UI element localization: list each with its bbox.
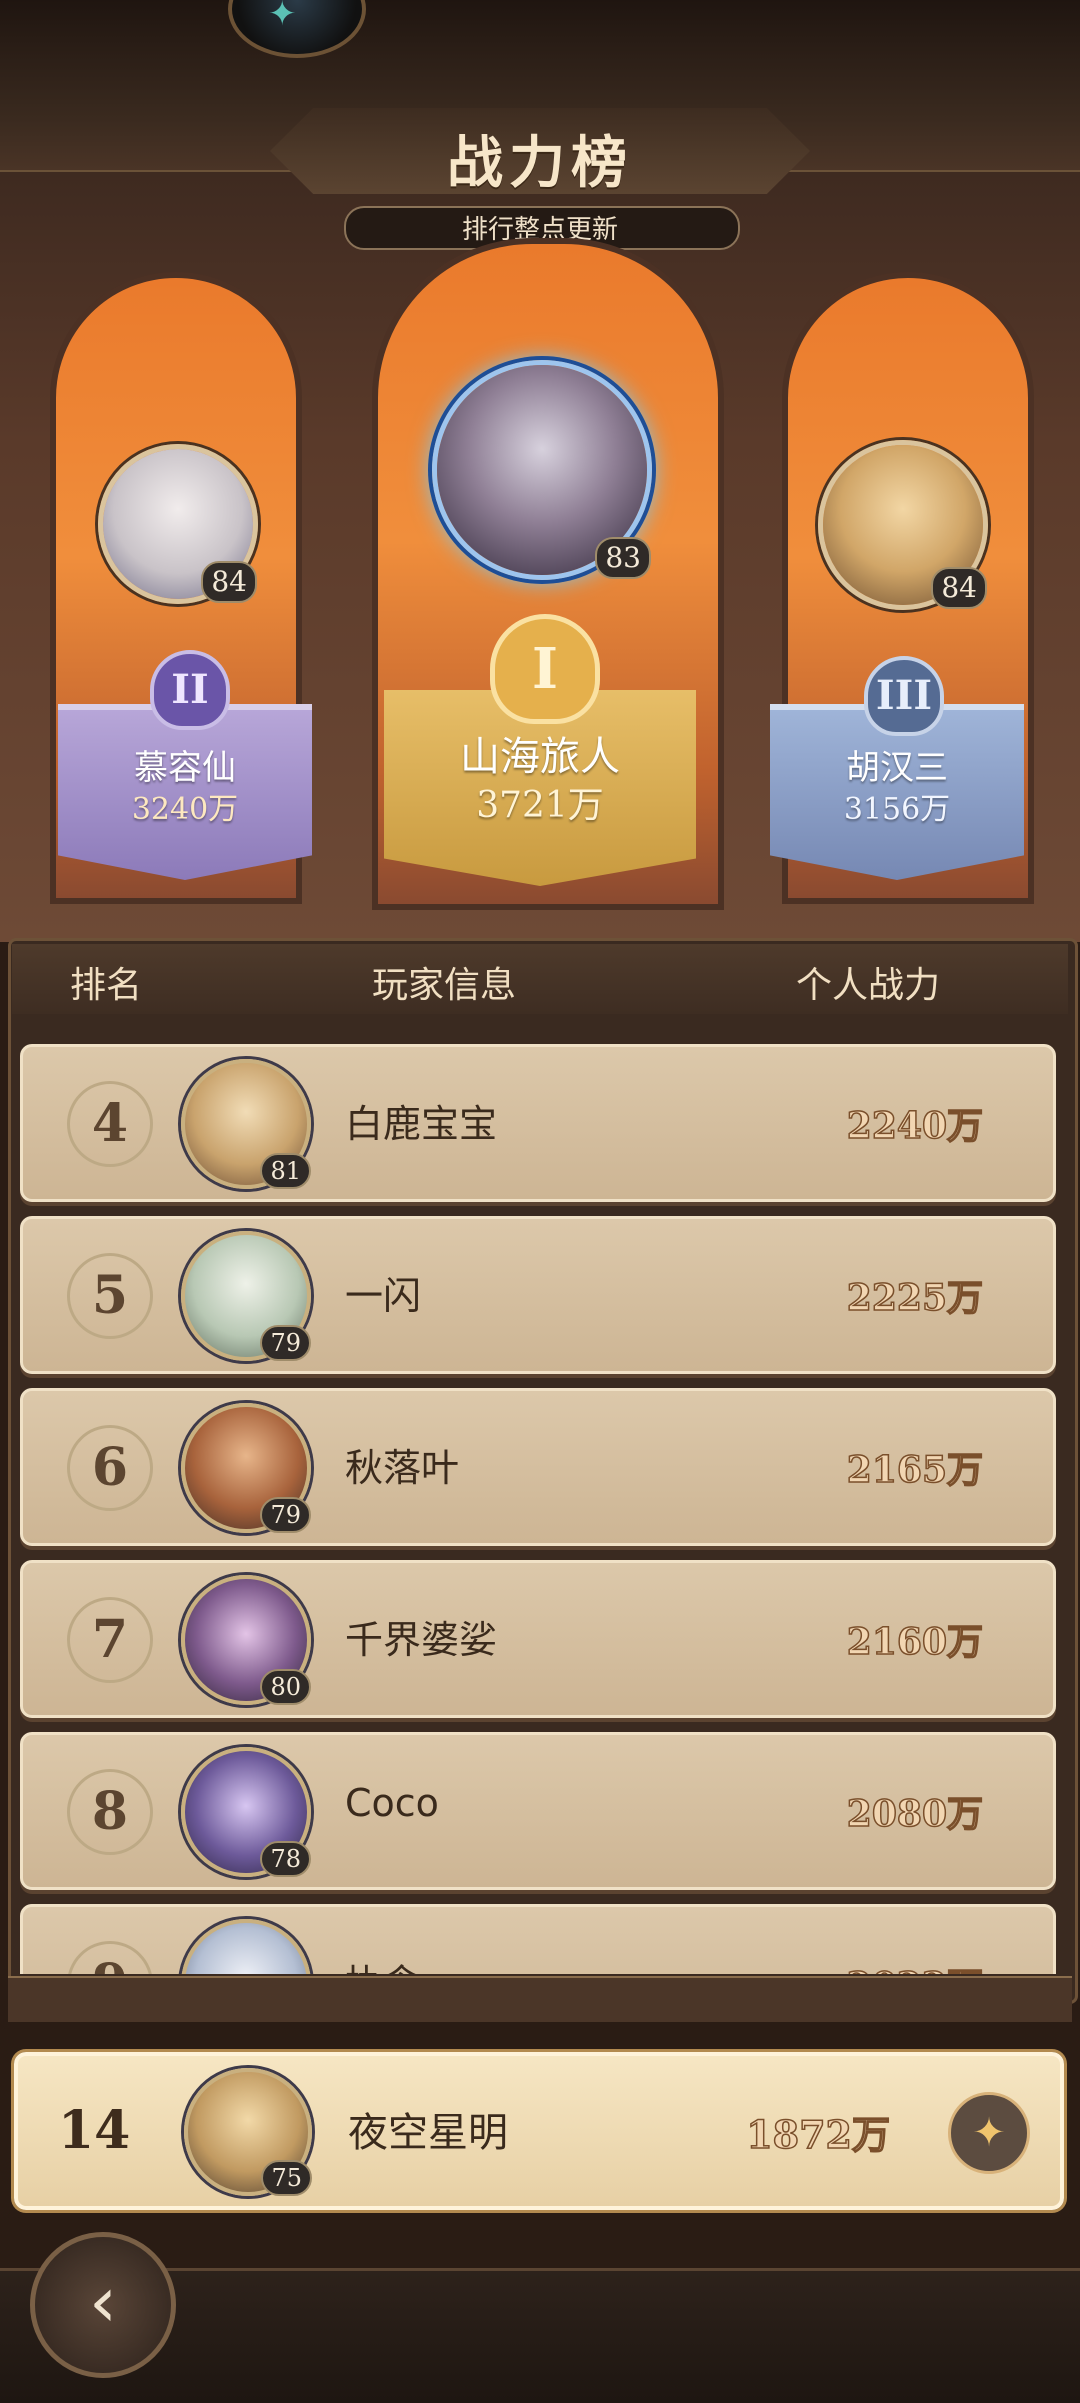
- share-arrows-icon[interactable]: ✦: [948, 2092, 1030, 2174]
- player-power: 2240万: [846, 1104, 984, 1148]
- back-arrow-icon[interactable]: ‹: [30, 2232, 176, 2378]
- list-bottom-divider: [8, 1976, 1072, 2022]
- list-item[interactable]: 4 81 白鹿宝宝 2240万: [20, 1044, 1056, 1202]
- level-badge: 80: [260, 1669, 311, 1705]
- player-name: Coco: [345, 1781, 439, 1825]
- my-player-power: 1872万: [745, 2111, 890, 2158]
- podium-third-name: 胡汉三: [846, 748, 948, 788]
- rank-number: 5: [67, 1253, 153, 1339]
- level-badge: 79: [260, 1497, 311, 1533]
- avatar[interactable]: 79: [181, 1231, 311, 1361]
- player-power: 2165万: [846, 1448, 984, 1492]
- podium-first-avatar[interactable]: 83: [432, 360, 652, 580]
- player-power: 2225万: [846, 1276, 984, 1320]
- rank-two-medal-icon: II: [150, 650, 230, 730]
- player-power: 2160万: [846, 1620, 984, 1664]
- level-badge: 81: [260, 1153, 311, 1189]
- avatar[interactable]: [181, 1919, 311, 1974]
- list-item[interactable]: 6 79 秋落叶 2165万: [20, 1388, 1056, 1546]
- player-name: 白鹿宝宝: [345, 1102, 498, 1146]
- podium-second-avatar[interactable]: 84: [98, 444, 258, 604]
- podium-second-name: 慕容仙: [134, 748, 236, 788]
- list-item[interactable]: 5 79 一闪 2225万: [20, 1216, 1056, 1374]
- level-badge: 84: [931, 567, 987, 609]
- my-rank-row[interactable]: 14 75 夜空星明 1872万 ✦: [14, 2052, 1064, 2210]
- my-player-name: 夜空星明: [348, 2110, 508, 2156]
- player-name: 一闪: [345, 1274, 422, 1318]
- ranking-list[interactable]: 4 81 白鹿宝宝 2240万 5 79 一闪 2225万 6 79 秋落叶 2…: [20, 1030, 1060, 1974]
- podium-third-avatar[interactable]: 84: [818, 440, 988, 610]
- podium-first-power: 3721万: [476, 785, 604, 826]
- podium-second-power: 3240万: [131, 792, 239, 827]
- player-name: 千界婆娑: [345, 1618, 498, 1662]
- page-title: 战力榜: [447, 130, 633, 196]
- podium-third-power: 3156万: [843, 792, 951, 827]
- list-item[interactable]: 9 执念 2022万: [20, 1904, 1056, 1974]
- rank-number: 4: [67, 1081, 153, 1167]
- level-badge: 75: [261, 2160, 312, 2196]
- rank-number: 8: [67, 1769, 153, 1855]
- rank-number: 9: [67, 1941, 153, 1974]
- column-header-power: 个人战力: [796, 965, 941, 1006]
- player-name: 执念: [345, 1953, 421, 1974]
- rank-number: 7: [67, 1597, 153, 1683]
- level-badge: 84: [201, 561, 257, 603]
- podium-first-name: 山海旅人: [460, 734, 620, 780]
- player-power: 2022万: [846, 1957, 984, 1974]
- avatar[interactable]: 81: [181, 1059, 311, 1189]
- rank-one-medal-icon: I: [490, 614, 600, 724]
- rank-number: 6: [67, 1425, 153, 1511]
- my-rank-number: 14: [58, 2100, 131, 2161]
- avatar[interactable]: 78: [181, 1747, 311, 1877]
- list-item[interactable]: 8 78 Coco 2080万: [20, 1732, 1056, 1890]
- player-power: 2080万: [846, 1792, 984, 1836]
- level-badge: 83: [595, 537, 651, 579]
- avatar[interactable]: 80: [181, 1575, 311, 1705]
- rank-three-medal-icon: III: [864, 656, 944, 736]
- player-name: 秋落叶: [345, 1446, 460, 1490]
- column-header-player: 玩家信息: [372, 965, 517, 1006]
- column-header-rank: 排名: [70, 965, 143, 1006]
- my-avatar[interactable]: 75: [184, 2068, 312, 2196]
- level-badge: 78: [260, 1841, 311, 1877]
- list-item[interactable]: 7 80 千界婆娑 2160万: [20, 1560, 1056, 1718]
- level-badge: 79: [260, 1325, 311, 1361]
- avatar[interactable]: 79: [181, 1403, 311, 1533]
